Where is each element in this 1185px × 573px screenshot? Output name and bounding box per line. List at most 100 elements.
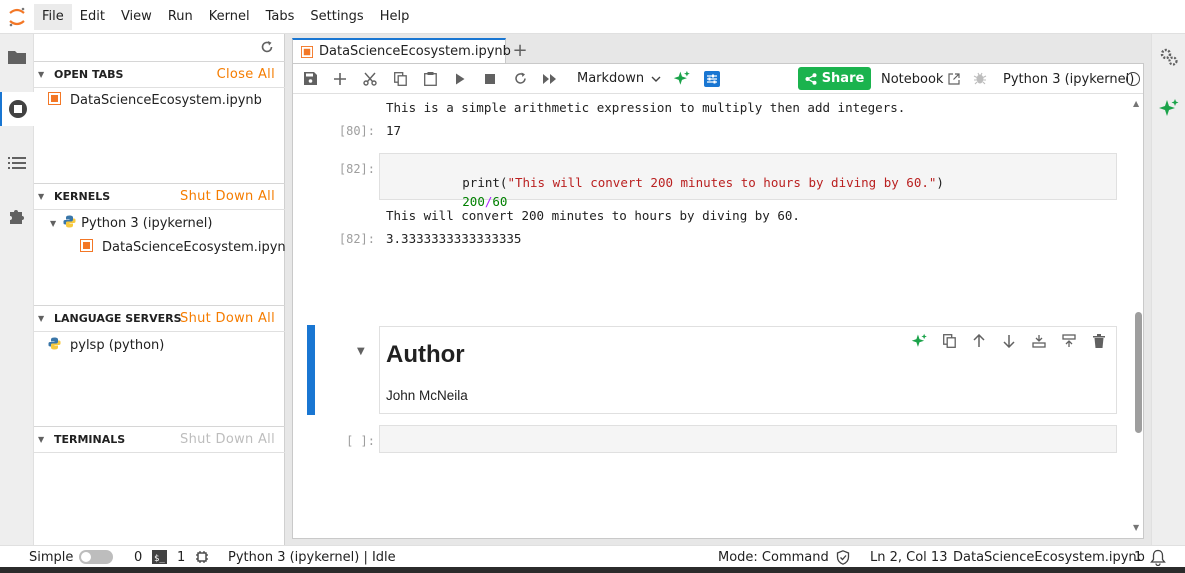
stop-icon[interactable] bbox=[475, 67, 505, 91]
copy-icon[interactable] bbox=[385, 67, 415, 91]
jupyter-logo-icon[interactable] bbox=[0, 0, 34, 34]
running-sessions-icon[interactable] bbox=[0, 92, 34, 126]
folder-icon[interactable] bbox=[0, 40, 34, 74]
menu-tabs[interactable]: Tabs bbox=[258, 4, 303, 30]
menu-settings[interactable]: Settings bbox=[302, 4, 371, 30]
share-button[interactable]: Share bbox=[798, 67, 871, 90]
kernel-notebook-label: DataScienceEcosystem.ipynb bbox=[102, 240, 294, 255]
move-down-icon[interactable] bbox=[997, 332, 1021, 350]
simple-mode-toggle[interactable]: Simple bbox=[29, 546, 114, 568]
debugger-bug-icon[interactable] bbox=[973, 71, 987, 89]
extension-manager-icon[interactable] bbox=[0, 199, 34, 233]
vertical-scrollbar[interactable]: ▲ ▼ bbox=[1133, 99, 1143, 536]
python-icon bbox=[63, 215, 76, 232]
kernel-status-text[interactable]: Python 3 (ipykernel) | Idle bbox=[228, 546, 396, 568]
open-tabs-header: ▼ OPEN TABS Close All bbox=[34, 61, 285, 88]
chevron-down-icon[interactable]: ▼ bbox=[38, 192, 50, 201]
fast-forward-icon[interactable] bbox=[535, 67, 565, 91]
mode-indicator: Mode: Command bbox=[718, 549, 829, 565]
kernel-selector[interactable]: Python 3 (ipykernel) bbox=[1003, 64, 1134, 94]
kernel-idle-circle-icon bbox=[1126, 72, 1140, 86]
tab-notebook[interactable]: DataScienceEcosystem.ipynb bbox=[292, 38, 511, 63]
scroll-up-icon[interactable]: ▲ bbox=[1133, 99, 1139, 108]
chevron-down-icon[interactable]: ▼ bbox=[38, 435, 50, 444]
menu-view[interactable]: View bbox=[113, 4, 160, 30]
scroll-down-icon[interactable]: ▼ bbox=[1133, 523, 1139, 532]
shut-down-all-kernels-button[interactable]: Shut Down All bbox=[180, 189, 275, 204]
refresh-icon[interactable] bbox=[256, 36, 278, 58]
code-paren: ) bbox=[936, 175, 944, 190]
close-all-button[interactable]: Close All bbox=[217, 67, 275, 82]
language-server-item[interactable]: pylsp (python) bbox=[48, 337, 164, 354]
menu-help[interactable]: Help bbox=[372, 4, 418, 30]
right-activity-bar bbox=[1151, 34, 1185, 545]
paste-icon[interactable] bbox=[415, 67, 445, 91]
share-label: Share bbox=[821, 71, 865, 86]
open-in-notebook-button[interactable]: Notebook bbox=[881, 64, 961, 94]
kernels-header: ▼ KERNELS Shut Down All bbox=[34, 183, 285, 210]
language-servers-header: ▼ LANGUAGE SERVERS Shut Down All bbox=[34, 305, 285, 332]
notifications-count: 1 bbox=[1134, 549, 1143, 565]
markdown-heading: Author bbox=[386, 341, 465, 368]
notebook-file-icon bbox=[301, 45, 313, 58]
shut-down-all-servers-button[interactable]: Shut Down All bbox=[180, 311, 275, 326]
terminals-count-value: 0 bbox=[134, 549, 143, 565]
stdout-text: This will convert 200 minutes to hours b… bbox=[386, 208, 800, 223]
chevron-down-icon[interactable]: ▼ bbox=[50, 219, 56, 228]
menu-file[interactable]: File bbox=[34, 3, 72, 30]
run-icon[interactable] bbox=[445, 67, 475, 91]
menu-edit[interactable]: Edit bbox=[72, 4, 113, 30]
code-string: "This will convert 200 minutes to hours … bbox=[507, 175, 937, 190]
empty-code-cell[interactable] bbox=[379, 425, 1117, 453]
kernels-count-value: 1 bbox=[177, 549, 186, 565]
cell-type-select[interactable]: Markdown bbox=[577, 71, 667, 86]
notebook-label: Notebook bbox=[881, 71, 944, 87]
kernel-item[interactable]: ▼ Python 3 (ipykernel) bbox=[50, 215, 212, 232]
collapse-heading-icon[interactable]: ▼ bbox=[357, 346, 365, 357]
ai-sparkle-icon[interactable] bbox=[1152, 92, 1185, 126]
kernel-notebook-item[interactable]: DataScienceEcosystem.ipynb bbox=[80, 239, 294, 256]
duplicate-cell-icon[interactable] bbox=[937, 332, 961, 350]
cell-toolbar bbox=[907, 332, 1111, 350]
menu-kernel[interactable]: Kernel bbox=[201, 4, 258, 30]
table-of-contents-icon[interactable] bbox=[0, 146, 34, 180]
tab-label: DataScienceEcosystem.ipynb bbox=[319, 44, 511, 59]
menu-bar: File Edit View Run Kernel Tabs Settings … bbox=[0, 0, 1185, 34]
chevron-down-icon[interactable]: ▼ bbox=[38, 70, 50, 79]
ai-sparkle-icon[interactable] bbox=[907, 332, 931, 350]
restart-icon[interactable] bbox=[505, 67, 535, 91]
code-cell-82[interactable]: print("This will convert 200 minutes to … bbox=[379, 153, 1117, 209]
python-icon bbox=[48, 337, 61, 354]
settings-sliders-icon[interactable] bbox=[697, 67, 727, 91]
cursor-position[interactable]: Ln 2, Col 13 bbox=[870, 546, 947, 568]
chevron-down-icon[interactable]: ▼ bbox=[38, 314, 50, 323]
property-inspector-gears-icon[interactable] bbox=[1152, 40, 1185, 74]
menu-run[interactable]: Run bbox=[160, 4, 201, 30]
window-bottom-border bbox=[0, 567, 1185, 573]
output-prompt: [80]: bbox=[338, 124, 375, 138]
shut-down-all-terminals-button[interactable]: Shut Down All bbox=[180, 432, 275, 447]
insert-above-icon[interactable] bbox=[1027, 332, 1051, 350]
notifications[interactable]: 1 bbox=[1134, 546, 1167, 568]
add-tab-button[interactable]: + bbox=[507, 38, 533, 62]
kernels-count[interactable]: 1 bbox=[177, 546, 209, 568]
status-bar: Simple 0 $_ 1 Python 3 (ipykernel) | Idl… bbox=[0, 545, 1185, 567]
toggle-switch[interactable] bbox=[79, 550, 114, 564]
bell-icon bbox=[1150, 549, 1167, 566]
input-prompt: [ ]: bbox=[346, 434, 375, 448]
add-cell-icon[interactable] bbox=[325, 67, 355, 91]
move-up-icon[interactable] bbox=[967, 332, 991, 350]
scrollbar-thumb[interactable] bbox=[1135, 312, 1142, 433]
external-link-icon bbox=[948, 73, 961, 85]
terminals-count[interactable]: 0 $_ bbox=[134, 546, 168, 568]
shield-check-icon[interactable] bbox=[836, 546, 850, 568]
cut-icon[interactable] bbox=[355, 67, 385, 91]
active-cell-indicator[interactable] bbox=[307, 325, 315, 415]
ai-sparkle-icon[interactable] bbox=[667, 67, 697, 91]
chevron-down-icon bbox=[651, 71, 661, 86]
insert-below-icon[interactable] bbox=[1057, 332, 1081, 350]
delete-cell-icon[interactable] bbox=[1087, 332, 1111, 350]
open-tab-item[interactable]: DataScienceEcosystem.ipynb bbox=[48, 92, 262, 109]
markdown-cell[interactable]: Author John McNeila bbox=[379, 326, 1117, 414]
save-icon[interactable] bbox=[295, 67, 325, 91]
